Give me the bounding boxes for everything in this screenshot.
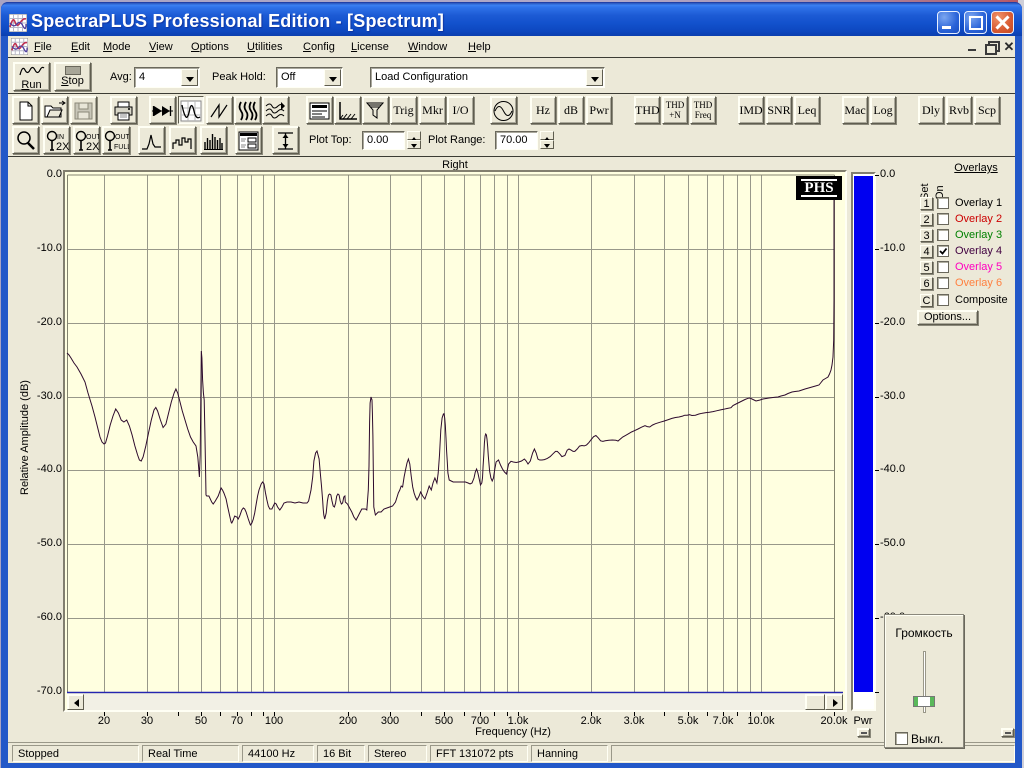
svg-text:FULL: FULL — [114, 144, 129, 151]
svg-text:OUT: OUT — [115, 134, 129, 141]
svg-text:IN: IN — [57, 134, 64, 141]
svg-text:OUT: OUT — [86, 134, 99, 141]
svg-text:2X: 2X — [86, 141, 99, 153]
svg-text:2X: 2X — [56, 141, 69, 153]
